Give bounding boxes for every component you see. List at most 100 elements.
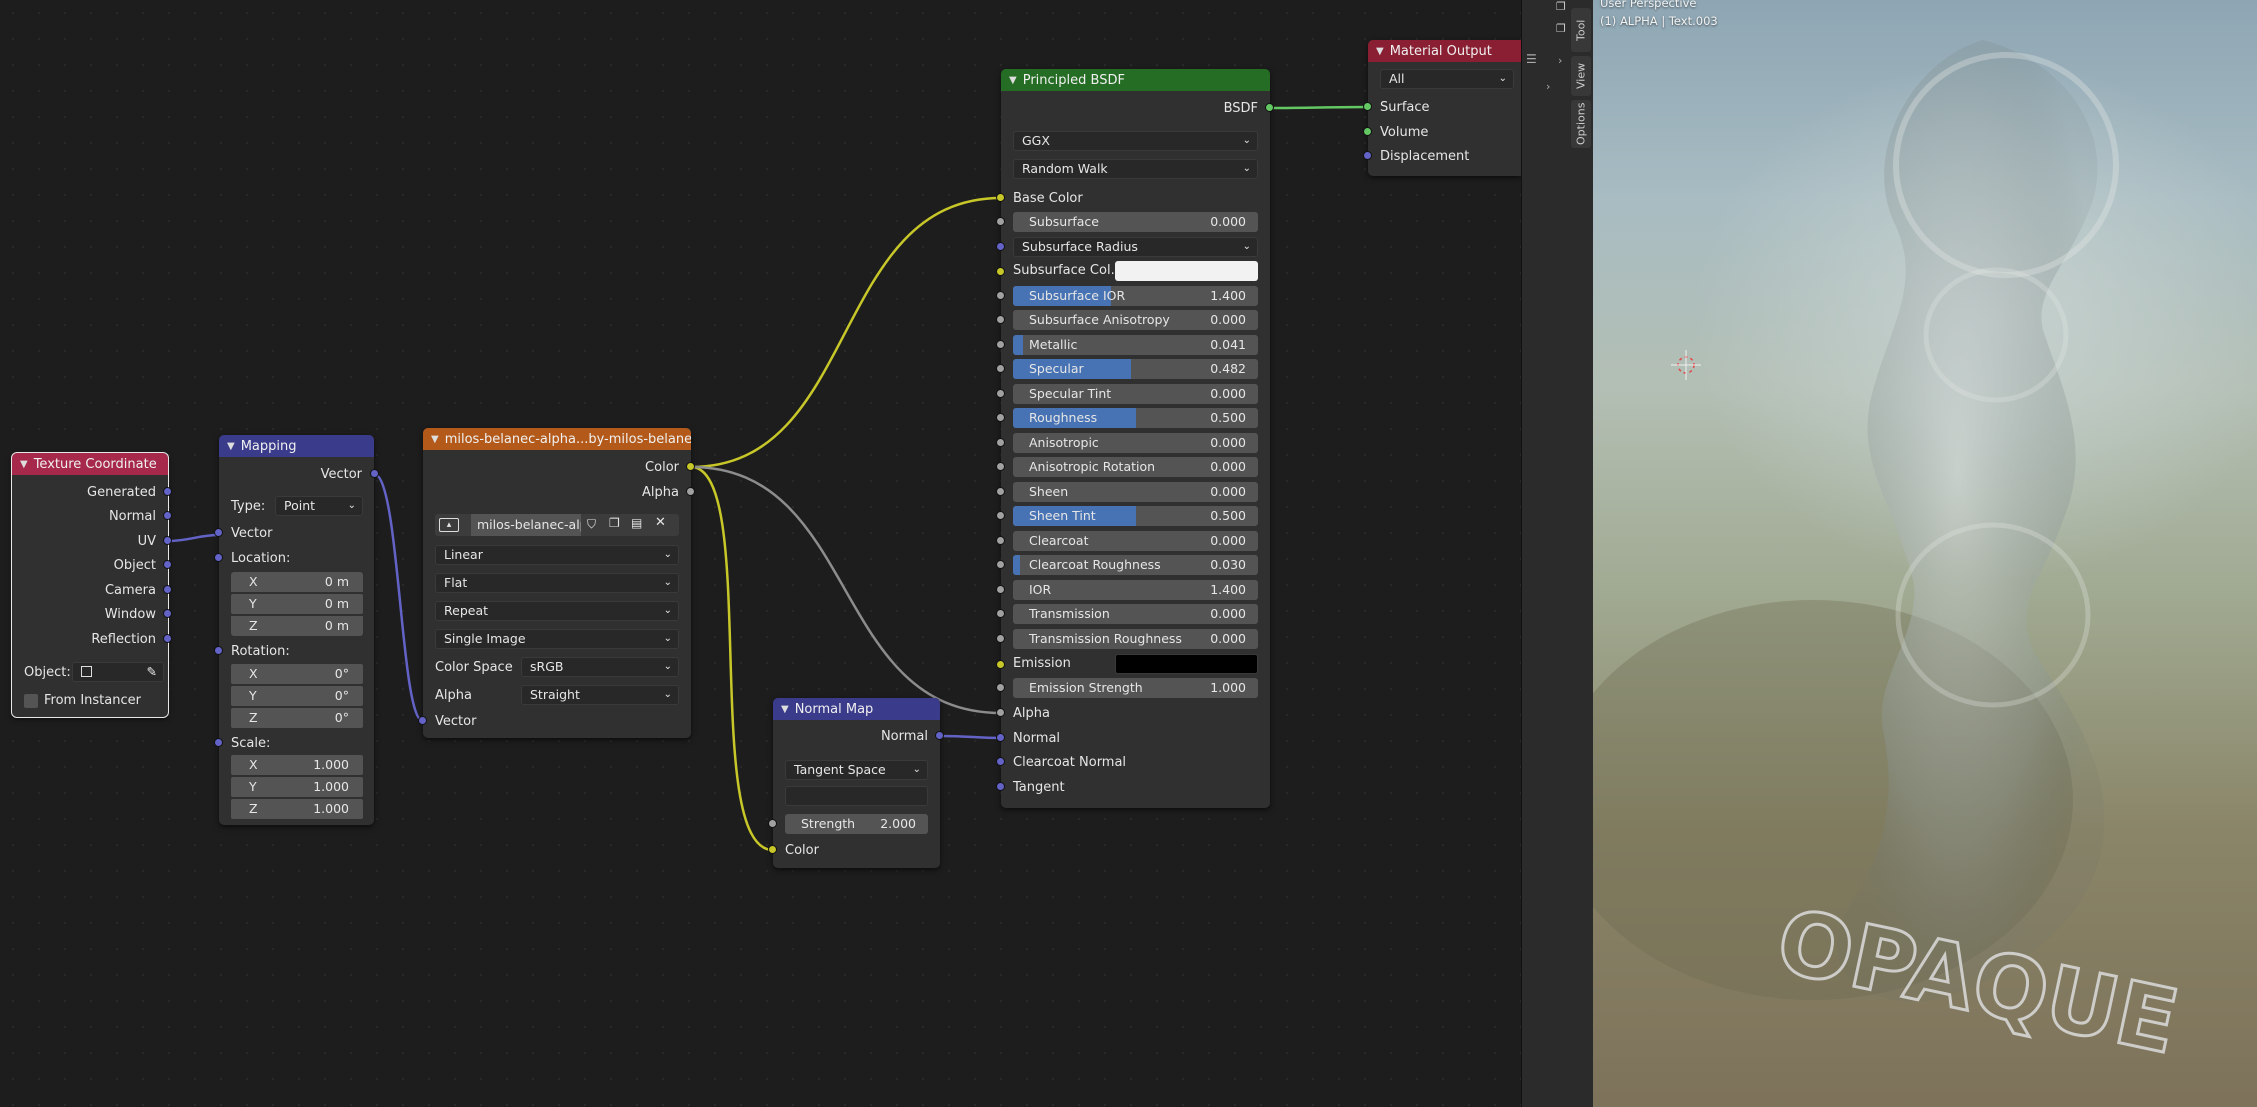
projection-dropdown[interactable]: Flat ⌄ xyxy=(435,573,679,593)
from-instancer-checkbox[interactable] xyxy=(24,694,38,708)
strength-slider[interactable]: Strength 2.000 xyxy=(785,814,928,834)
socket-ior[interactable] xyxy=(996,585,1005,594)
socket-specular[interactable] xyxy=(996,364,1005,373)
slider-specular-tint[interactable]: Specular Tint 0.000 xyxy=(1013,384,1258,404)
socket-reflection[interactable] xyxy=(163,634,172,643)
emission-strength-slider[interactable]: Emission Strength 1.000 xyxy=(1013,678,1258,698)
socket-scale[interactable] xyxy=(214,738,223,747)
socket-metallic[interactable] xyxy=(996,340,1005,349)
scale-z-field[interactable]: Z 1.000 xyxy=(231,799,363,819)
slider-specular[interactable]: Specular 0.482 xyxy=(1013,359,1258,379)
image-selector[interactable]: ▴ milos-belanec-alp... ⛉ ❐ ▤ ✕ xyxy=(435,514,679,536)
rotation-y-field[interactable]: Y 0° xyxy=(231,686,363,706)
rotation-z-field[interactable]: Z 0° xyxy=(231,708,363,728)
socket-clearcoat-normal[interactable] xyxy=(996,757,1005,766)
socket-emission[interactable] xyxy=(996,660,1005,669)
slider-subsurface-ior[interactable]: Subsurface IOR 1.400 xyxy=(1013,286,1258,306)
color-space-dropdown[interactable]: sRGB ⌄ xyxy=(521,657,679,677)
mapping-header[interactable]: ▼ Mapping xyxy=(219,435,374,457)
slider-transmission[interactable]: Transmission 0.000 xyxy=(1013,604,1258,624)
socket-strength[interactable] xyxy=(768,819,777,828)
tab-view[interactable]: View xyxy=(1571,56,1591,96)
socket-output-normal[interactable] xyxy=(935,731,944,740)
socket-output-bsdf[interactable] xyxy=(1265,103,1274,112)
slider-metallic[interactable]: Metallic 0.041 xyxy=(1013,335,1258,355)
socket-displacement[interactable] xyxy=(1363,151,1372,160)
socket-alpha[interactable] xyxy=(996,708,1005,717)
subsurface-color-swatch[interactable] xyxy=(1115,261,1258,281)
source-dropdown[interactable]: Single Image ⌄ xyxy=(435,629,679,649)
location-y-field[interactable]: Y0 m xyxy=(231,594,363,614)
image-texture-node[interactable]: ▼ milos-belanec-alpha...by-milos-belane c… xyxy=(418,428,695,738)
location-x-field[interactable]: X0 m xyxy=(231,572,363,592)
normal-map-header[interactable]: ▼ Normal Map xyxy=(773,698,940,720)
material-output-node[interactable]: ▼ Material Output All ⌄ Surface Volume Di… xyxy=(1363,40,1521,176)
socket-clearcoat[interactable] xyxy=(996,536,1005,545)
socket-subsurface-radius[interactable] xyxy=(996,242,1005,251)
image-name-field[interactable]: milos-belanec-alp... xyxy=(471,514,581,536)
paste-icon[interactable]: ❐ xyxy=(1556,22,1566,35)
socket-window[interactable] xyxy=(163,609,172,618)
slider-sheen[interactable]: Sheen 0.000 xyxy=(1013,482,1258,502)
collapse-chevron-icon[interactable]: ▼ xyxy=(1376,46,1384,57)
subsurface-method-dropdown[interactable]: Random Walk ⌄ xyxy=(1013,159,1258,179)
socket-sheen-tint[interactable] xyxy=(996,511,1005,520)
socket-subsurface[interactable] xyxy=(996,217,1005,226)
socket-input-vector[interactable] xyxy=(418,716,427,725)
socket-rotation[interactable] xyxy=(214,646,223,655)
3d-viewport[interactable]: OPAQUE User Perspective (1) ALPHA | Text… xyxy=(1593,0,2257,1107)
eyedropper-icon[interactable]: ✎ xyxy=(147,663,157,681)
collapse-chevron-icon[interactable]: ▼ xyxy=(1009,75,1017,86)
copy-icon[interactable]: ❐ xyxy=(1556,0,1566,13)
uv-map-field[interactable] xyxy=(785,786,928,806)
socket-output-alpha[interactable] xyxy=(686,487,695,496)
expand-arrow-icon[interactable]: › xyxy=(1558,54,1562,67)
tab-options[interactable]: Options xyxy=(1571,100,1591,148)
principled-bsdf-node[interactable]: ▼ Principled BSDF BSDF GGX ⌄ Random Walk ⌄… xyxy=(996,69,1274,808)
duplicate-icon[interactable]: ❐ xyxy=(609,516,620,530)
nav-icon[interactable]: ☰ xyxy=(1526,52,1537,66)
socket-input-vector[interactable] xyxy=(214,528,223,537)
collapse-chevron-icon[interactable]: ▼ xyxy=(227,441,235,452)
material-output-header[interactable]: ▼ Material Output xyxy=(1368,40,1521,62)
type-dropdown[interactable]: Point ⌄ xyxy=(275,496,363,516)
slider-clearcoat[interactable]: Clearcoat 0.000 xyxy=(1013,531,1258,551)
normal-map-node[interactable]: ▼ Normal Map Normal Tangent Space ⌄ Stren… xyxy=(768,698,944,868)
socket-sheen[interactable] xyxy=(996,487,1005,496)
socket-transmission[interactable] xyxy=(996,609,1005,618)
socket-subsurface-ior[interactable] xyxy=(996,291,1005,300)
socket-anisotropic[interactable] xyxy=(996,438,1005,447)
socket-clearcoat-roughness[interactable] xyxy=(996,560,1005,569)
panel-collapse-icon[interactable]: › xyxy=(1546,80,1550,93)
socket-roughness[interactable] xyxy=(996,413,1005,422)
socket-surface[interactable] xyxy=(1363,102,1372,111)
socket-specular-tint[interactable] xyxy=(996,389,1005,398)
socket-object[interactable] xyxy=(163,560,172,569)
slider-anisotropic[interactable]: Anisotropic 0.000 xyxy=(1013,433,1258,453)
slider-clearcoat-roughness[interactable]: Clearcoat Roughness 0.030 xyxy=(1013,555,1258,575)
tab-tool[interactable]: Tool xyxy=(1571,8,1591,52)
socket-base-color[interactable] xyxy=(996,193,1005,202)
scale-y-field[interactable]: Y 1.000 xyxy=(231,777,363,797)
socket-subsurface-color[interactable] xyxy=(996,267,1005,276)
collapse-chevron-icon[interactable]: ▼ xyxy=(20,459,28,470)
collapse-chevron-icon[interactable]: ▼ xyxy=(781,704,789,715)
slider-roughness[interactable]: Roughness 0.500 xyxy=(1013,408,1258,428)
socket-subsurface-anisotropy[interactable] xyxy=(996,315,1005,324)
socket-volume[interactable] xyxy=(1363,127,1372,136)
alpha-mode-dropdown[interactable]: Straight ⌄ xyxy=(521,685,679,705)
slider-ior[interactable]: IOR 1.400 xyxy=(1013,580,1258,600)
close-icon[interactable]: ✕ xyxy=(655,515,666,530)
socket-transmission-roughness[interactable] xyxy=(996,634,1005,643)
interpolation-dropdown[interactable]: Linear ⌄ xyxy=(435,545,679,565)
image-texture-header[interactable]: ▼ milos-belanec-alpha...by-milos-belanec… xyxy=(423,428,691,450)
scale-x-field[interactable]: X 1.000 xyxy=(231,755,363,775)
socket-location[interactable] xyxy=(214,553,223,562)
socket-normal[interactable] xyxy=(163,511,172,520)
socket-anisotropic-rotation[interactable] xyxy=(996,462,1005,471)
socket-input-color[interactable] xyxy=(768,845,777,854)
mapping-node[interactable]: ▼ Mapping Vector Type: Point ⌄ Vector Loc… xyxy=(214,435,379,825)
slider-subsurface-anisotropy[interactable]: Subsurface Anisotropy 0.000 xyxy=(1013,310,1258,330)
texture-coordinate-header[interactable]: ▼ Texture Coordinate xyxy=(12,453,168,475)
space-dropdown[interactable]: Tangent Space ⌄ xyxy=(785,760,928,780)
